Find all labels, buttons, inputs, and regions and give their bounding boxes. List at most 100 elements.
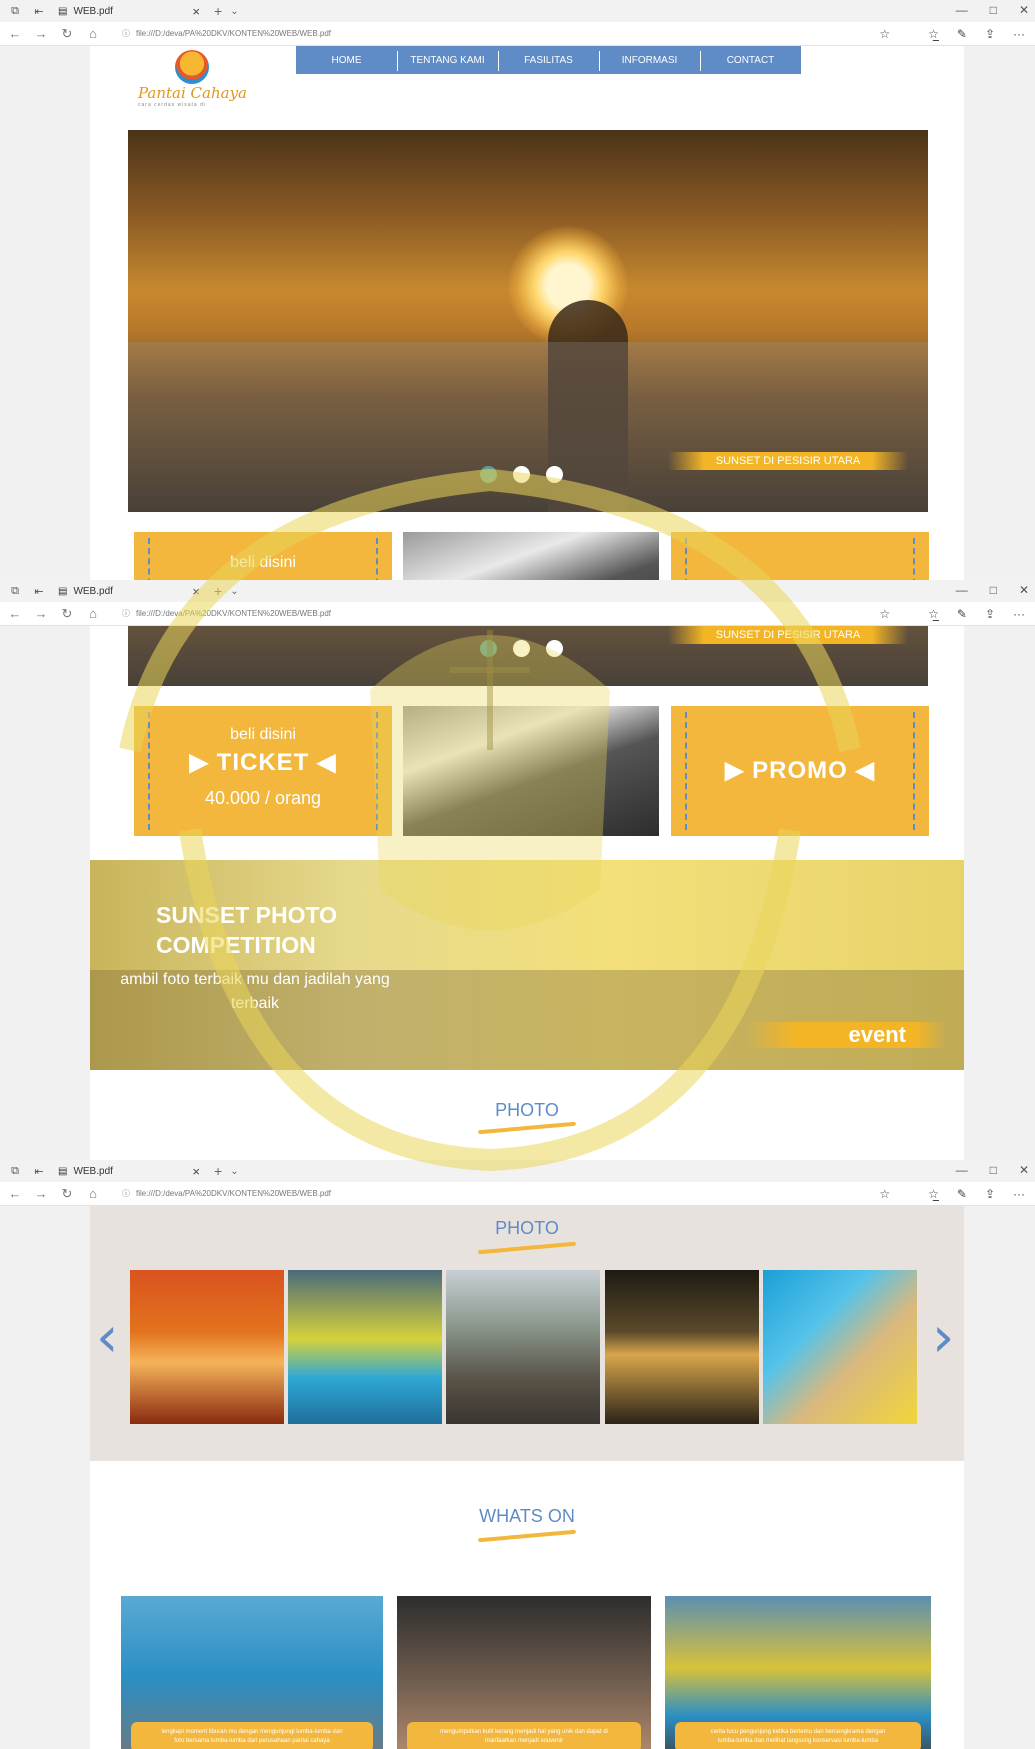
address-bar: ← → ↻ ⌂ ⓘ file:///D:/deva/PA%20DKV/KONTE… xyxy=(0,22,1035,46)
photo-title-swoosh xyxy=(478,1241,576,1255)
forward-button[interactable]: → xyxy=(30,1186,52,1201)
tab-actions-icon[interactable]: ⧉ xyxy=(6,583,24,599)
slider-dot-1[interactable] xyxy=(480,640,497,657)
gallery-prev-arrow-icon[interactable]: ‹ xyxy=(96,1310,118,1366)
refresh-button[interactable]: ↻ xyxy=(56,1186,78,1202)
browser-tab[interactable]: ▤ WEB.pdf × xyxy=(54,1160,204,1182)
promo-card[interactable] xyxy=(671,532,929,580)
toolbar-right: ☆ ☆̲ ✎ ⇪ ··· xyxy=(879,27,1035,41)
share-icon[interactable]: ⇪ xyxy=(985,27,995,41)
favorites-icon[interactable]: ☆̲ xyxy=(928,607,939,621)
ticket-card[interactable]: beli disini ▶ TICKET ◀ 40.000 / orang xyxy=(134,706,392,836)
browser-tab[interactable]: ▤ WEB.pdf × xyxy=(54,580,204,602)
gallery-photo-sandals-hat[interactable] xyxy=(763,1270,917,1424)
home-button[interactable]: ⌂ xyxy=(82,26,104,41)
whatson-card-shells[interactable]: mengumpulkan kulit kerang menjadi hal ya… xyxy=(397,1596,651,1749)
favorite-star-icon[interactable]: ☆ xyxy=(879,1187,890,1201)
minimize-button[interactable]: — xyxy=(956,583,968,597)
forward-button[interactable]: → xyxy=(30,606,52,621)
maximize-button[interactable]: □ xyxy=(990,1163,997,1177)
nav-contact[interactable]: CONTACT xyxy=(700,50,801,71)
tab-menu-chevron-icon[interactable]: ⌄ xyxy=(230,6,238,17)
event-subtitle: ambil foto terbaik mu dan jadilah yang t… xyxy=(120,971,390,1012)
minimize-button[interactable]: — xyxy=(956,3,968,17)
slider-dot-1[interactable] xyxy=(480,466,497,483)
maximize-button[interactable]: □ xyxy=(990,583,997,597)
new-tab-button[interactable]: + xyxy=(214,1163,222,1179)
frame-2-viewport[interactable]: SUNSET DI PESISIR UTARA beli disini ▶ TI… xyxy=(0,626,1035,1160)
favorite-star-icon[interactable]: ☆ xyxy=(879,27,890,41)
browser-chrome-3: ⧉ ⇤ ▤ WEB.pdf × + ⌄ — □ ✕ ← → ↻ ⌂ ⓘ file… xyxy=(0,1160,1035,1206)
url-field[interactable]: ⓘ file:///D:/deva/PA%20DKV/KONTEN%20WEB/… xyxy=(122,28,879,39)
notes-pen-icon[interactable]: ✎ xyxy=(957,27,967,41)
home-button[interactable]: ⌂ xyxy=(82,1186,104,1201)
hero-slider[interactable]: SUNSET DI PESISIR UTARA xyxy=(128,130,928,512)
favorites-icon[interactable]: ☆̲ xyxy=(928,1187,939,1201)
gallery-photo-sunset[interactable] xyxy=(130,1270,284,1424)
hero-slider-scrolled[interactable]: SUNSET DI PESISIR UTARA xyxy=(128,626,928,686)
browser-tab[interactable]: ▤ WEB.pdf × xyxy=(54,0,204,22)
set-aside-tabs-icon[interactable]: ⇤ xyxy=(30,1163,48,1179)
tab-actions-icon[interactable]: ⧉ xyxy=(6,3,24,19)
url-field[interactable]: ⓘ file:///D:/deva/PA%20DKV/KONTEN%20WEB/… xyxy=(122,1188,879,1199)
maximize-button[interactable]: □ xyxy=(990,3,997,17)
ticket-card[interactable]: beli disini xyxy=(134,532,392,580)
url-field[interactable]: ⓘ file:///D:/deva/PA%20DKV/KONTEN%20WEB/… xyxy=(122,608,879,619)
tab-close-icon[interactable]: × xyxy=(192,1164,204,1179)
tab-menu-chevron-icon[interactable]: ⌄ xyxy=(230,1166,238,1177)
back-button[interactable]: ← xyxy=(4,606,26,621)
refresh-button[interactable]: ↻ xyxy=(56,26,78,42)
forward-button[interactable]: → xyxy=(30,26,52,41)
site-logo[interactable]: Pantai Cahaya cara cerdas wisata di xyxy=(138,50,258,110)
promo-card[interactable]: ▶ PROMO ◀ xyxy=(671,706,929,836)
set-aside-tabs-icon[interactable]: ⇤ xyxy=(30,3,48,19)
close-window-button[interactable]: ✕ xyxy=(1019,1163,1029,1177)
favorite-star-icon[interactable]: ☆ xyxy=(879,607,890,621)
more-icon[interactable]: ··· xyxy=(1013,607,1025,621)
more-icon[interactable]: ··· xyxy=(1013,27,1025,41)
nav-informasi[interactable]: INFORMASI xyxy=(599,50,700,71)
frame-1-viewport[interactable]: Pantai Cahaya cara cerdas wisata di HOME… xyxy=(0,46,1035,580)
frame-3-viewport[interactable]: PHOTO ‹ › WHATS ON lengkapi moment libur… xyxy=(0,1206,1035,1749)
close-window-button[interactable]: ✕ xyxy=(1019,583,1029,597)
whatson-card-dolphin-photo[interactable]: lengkapi moment liburan mu dengan mengun… xyxy=(121,1596,383,1749)
share-icon[interactable]: ⇪ xyxy=(985,1187,995,1201)
close-window-button[interactable]: ✕ xyxy=(1019,3,1029,17)
new-tab-button[interactable]: + xyxy=(214,583,222,599)
slider-dot-3[interactable] xyxy=(546,640,563,657)
whatson-card-dolphin-visitors[interactable]: cerita lucu pengunjung ketika bertemu da… xyxy=(665,1596,931,1749)
back-button[interactable]: ← xyxy=(4,1186,26,1201)
slider-dot-2[interactable] xyxy=(513,466,530,483)
more-icon[interactable]: ··· xyxy=(1013,1187,1025,1201)
refresh-button[interactable]: ↻ xyxy=(56,606,78,622)
photo-section-title: PHOTO xyxy=(495,1218,559,1238)
main-nav: HOME TENTANG KAMI FASILITAS INFORMASI CO… xyxy=(296,46,801,74)
share-icon[interactable]: ⇪ xyxy=(985,607,995,621)
tab-close-icon[interactable]: × xyxy=(192,584,204,599)
event-tag: event xyxy=(746,1022,946,1048)
new-tab-button[interactable]: + xyxy=(214,3,222,19)
back-button[interactable]: ← xyxy=(4,26,26,41)
pdf-file-icon: ▤ xyxy=(58,1165,68,1177)
notes-pen-icon[interactable]: ✎ xyxy=(957,607,967,621)
gallery-next-arrow-icon[interactable]: › xyxy=(932,1310,954,1366)
home-button[interactable]: ⌂ xyxy=(82,606,104,621)
gallery-photo-water-reflection[interactable] xyxy=(605,1270,759,1424)
gallery-photo-dolphin[interactable] xyxy=(288,1270,442,1424)
tab-menu-chevron-icon[interactable]: ⌄ xyxy=(230,586,238,597)
event-banner[interactable]: SUNSET PHOTO COMPETITION ambil foto terb… xyxy=(90,860,964,1070)
favorites-icon[interactable]: ☆̲ xyxy=(928,27,939,41)
gallery-photo-beach-walk[interactable] xyxy=(446,1270,600,1424)
set-aside-tabs-icon[interactable]: ⇤ xyxy=(30,583,48,599)
tab-close-icon[interactable]: × xyxy=(192,4,204,19)
minimize-button[interactable]: — xyxy=(956,1163,968,1177)
promo-row: beli disini ▶ TICKET ◀ 40.000 / orang ▶ … xyxy=(128,706,929,836)
nav-tentang-kami[interactable]: TENTANG KAMI xyxy=(397,50,498,71)
slider-dot-2[interactable] xyxy=(513,640,530,657)
nav-fasilitas[interactable]: FASILITAS xyxy=(498,50,599,71)
tab-actions-icon[interactable]: ⧉ xyxy=(6,1163,24,1179)
nav-home[interactable]: HOME xyxy=(296,55,397,66)
notes-pen-icon[interactable]: ✎ xyxy=(957,1187,967,1201)
page-surface: PHOTO ‹ › WHATS ON lengkapi moment libur… xyxy=(90,1206,964,1749)
slider-dot-3[interactable] xyxy=(546,466,563,483)
